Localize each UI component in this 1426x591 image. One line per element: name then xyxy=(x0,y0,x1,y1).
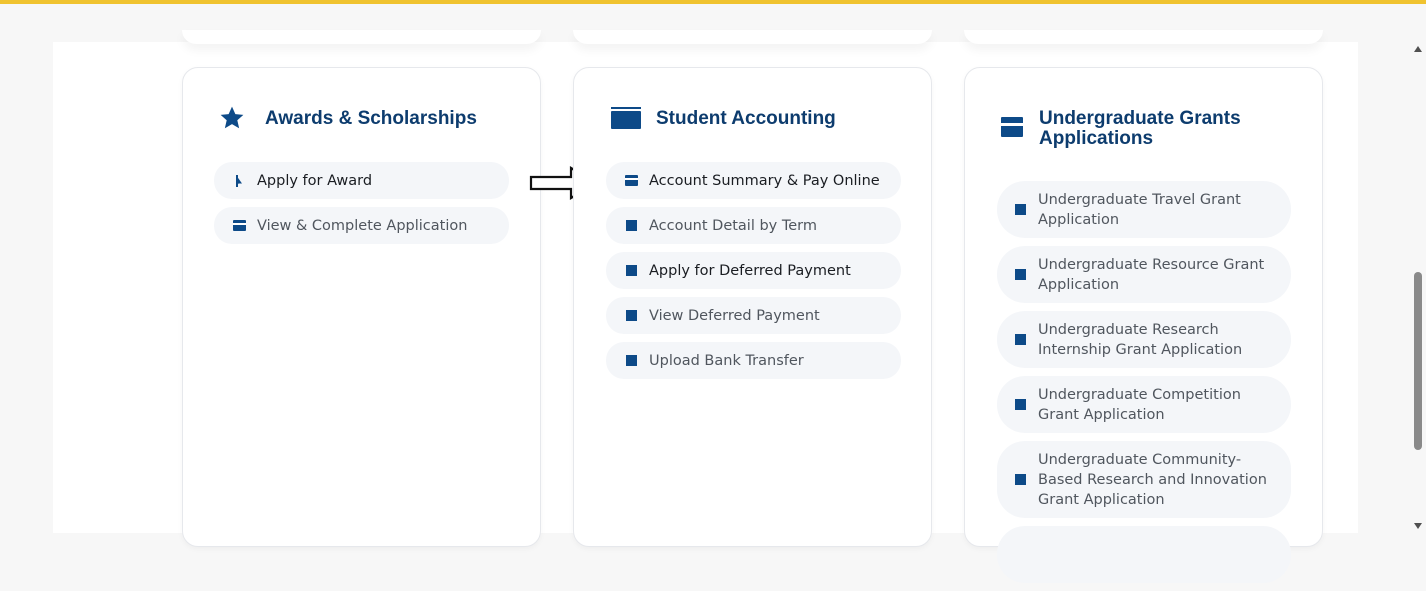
scrollbar-thumb[interactable] xyxy=(1414,272,1422,450)
awards-scholarships-card: Awards & Scholarships Apply for Award Vi… xyxy=(182,67,541,547)
credit-card-icon xyxy=(622,175,640,186)
previous-card-edge xyxy=(573,30,932,44)
top-accent-bar xyxy=(0,0,1426,4)
square-icon xyxy=(1011,474,1029,485)
card-title: Awards & Scholarships xyxy=(265,108,477,129)
apply-for-award-link[interactable]: Apply for Award xyxy=(214,162,509,199)
undergraduate-grants-card: Undergraduate Grants Applications Underg… xyxy=(964,67,1323,583)
resource-grant-application-link[interactable]: Undergraduate Resource Grant Application xyxy=(997,246,1291,303)
square-icon xyxy=(1011,269,1029,280)
item-label: Undergraduate Research Internship Grant … xyxy=(1038,321,1243,358)
research-internship-grant-link[interactable]: Undergraduate Research Internship Grant … xyxy=(997,311,1291,368)
item-label: Upload Bank Transfer xyxy=(649,352,804,369)
vertical-scrollbar[interactable] xyxy=(1410,42,1426,533)
view-complete-application-link[interactable]: View & Complete Application xyxy=(214,207,509,244)
previous-card-edge xyxy=(182,30,541,44)
square-icon xyxy=(622,355,640,366)
view-deferred-payment-link[interactable]: View Deferred Payment xyxy=(606,297,901,334)
item-label: Undergraduate Competition Grant Applicat… xyxy=(1038,386,1241,423)
credit-card-icon xyxy=(230,220,248,231)
item-label: Account Detail by Term xyxy=(649,217,818,234)
scroll-up-arrow-icon[interactable] xyxy=(1413,44,1423,54)
previous-card-edge xyxy=(964,30,1323,44)
card-header: Awards & Scholarships xyxy=(219,104,520,131)
square-icon xyxy=(622,220,640,231)
wallet-icon xyxy=(610,105,642,131)
partial-list-item[interactable] xyxy=(997,526,1291,583)
accounting-links: Account Summary & Pay Online Account Det… xyxy=(606,162,901,387)
square-icon xyxy=(1011,399,1029,410)
community-research-innovation-grant-link[interactable]: Undergraduate Community-Based Research a… xyxy=(997,441,1291,518)
card-header: Undergraduate Grants Applications xyxy=(999,104,1302,149)
upload-bank-transfer-link[interactable]: Upload Bank Transfer xyxy=(606,342,901,379)
competition-grant-application-link[interactable]: Undergraduate Competition Grant Applicat… xyxy=(997,376,1291,433)
scroll-down-arrow-icon[interactable] xyxy=(1413,521,1423,531)
square-icon xyxy=(622,310,640,321)
item-label: View Deferred Payment xyxy=(649,307,820,324)
item-label: Undergraduate Resource Grant Application xyxy=(1038,256,1265,293)
item-label: Apply for Award xyxy=(257,172,373,189)
apply-deferred-payment-link[interactable]: Apply for Deferred Payment xyxy=(606,252,901,289)
item-label: View & Complete Application xyxy=(257,217,468,234)
cursor-icon xyxy=(230,174,248,188)
item-label: Undergraduate Travel Grant Application xyxy=(1038,191,1241,228)
square-icon xyxy=(1011,334,1029,345)
item-label: Account Summary & Pay Online xyxy=(649,172,880,189)
student-accounting-card: Student Accounting Account Summary & Pay… xyxy=(573,67,932,547)
grants-links: Undergraduate Travel Grant Application U… xyxy=(997,181,1291,591)
star-icon xyxy=(219,105,245,131)
square-icon xyxy=(1011,204,1029,215)
credit-card-icon xyxy=(999,114,1025,140)
account-detail-by-term-link[interactable]: Account Detail by Term xyxy=(606,207,901,244)
item-label: Apply for Deferred Payment xyxy=(649,262,851,279)
card-title: Undergraduate Grants Applications xyxy=(1039,108,1241,149)
item-label: Undergraduate Community-Based Research a… xyxy=(1038,451,1267,508)
awards-links: Apply for Award View & Complete Applicat… xyxy=(214,162,509,252)
square-icon xyxy=(622,265,640,276)
card-title: Student Accounting xyxy=(656,108,836,129)
card-header: Student Accounting xyxy=(610,104,911,131)
account-summary-pay-online-link[interactable]: Account Summary & Pay Online xyxy=(606,162,901,199)
travel-grant-application-link[interactable]: Undergraduate Travel Grant Application xyxy=(997,181,1291,238)
